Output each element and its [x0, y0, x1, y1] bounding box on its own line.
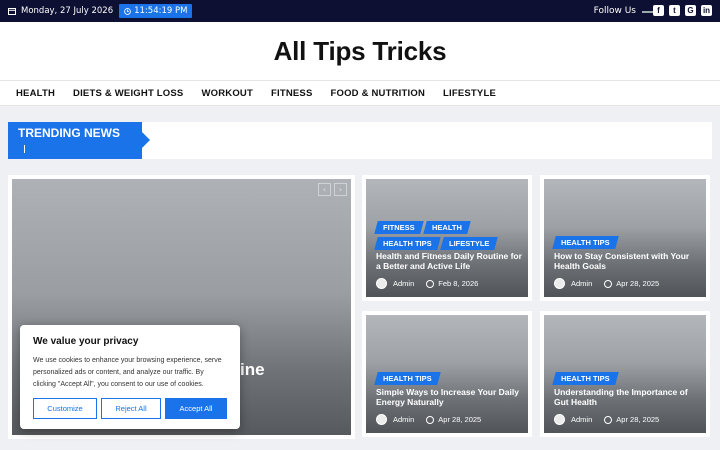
tag-fitness[interactable]: FITNESS: [374, 221, 424, 234]
cookie-text: We use cookies to enhance your browsing …: [33, 357, 222, 388]
post-author[interactable]: Admin: [393, 279, 414, 288]
post-tags: HEALTH TIPS: [374, 372, 516, 385]
tag-lifestyle[interactable]: LIFESTYLE: [439, 237, 498, 250]
avatar: [554, 414, 565, 425]
post-image[interactable]: FITNESS HEALTH HEALTH TIPS LIFESTYLE Hea…: [366, 179, 528, 297]
cookie-consent-dialog: We value your privacy We use cookies to …: [20, 325, 240, 429]
avatar: [376, 278, 387, 289]
nav-item-workout[interactable]: WORKOUT: [201, 88, 253, 99]
post-meta: Admin Apr 28, 2025: [376, 414, 481, 425]
clock-icon: [604, 415, 613, 424]
calendar-icon: [8, 7, 16, 15]
social-links: f t G in: [653, 5, 712, 16]
tag-health[interactable]: HEALTH: [422, 221, 471, 234]
post-title[interactable]: Simple Ways to Increase Your Daily Energ…: [376, 387, 526, 407]
trending-label: TRENDING NEWS: [8, 122, 150, 159]
cookie-actions: Customize Reject All Accept All: [33, 398, 227, 419]
google-plus-icon[interactable]: G: [685, 5, 696, 16]
twitter-icon[interactable]: t: [669, 5, 680, 16]
reject-all-button[interactable]: Reject All: [101, 398, 161, 419]
post-meta: Admin Apr 28, 2025: [554, 278, 659, 289]
post-author[interactable]: Admin: [571, 279, 592, 288]
tag-health-tips[interactable]: HEALTH TIPS: [552, 372, 619, 385]
trending-bar: TRENDING NEWS: [8, 122, 712, 159]
nav-item-lifestyle[interactable]: LIFESTYLE: [443, 88, 496, 99]
clock-icon: [124, 7, 131, 15]
tag-health-tips[interactable]: HEALTH TIPS: [374, 372, 441, 385]
accept-all-button[interactable]: Accept All: [165, 398, 227, 419]
post-date: Apr 28, 2025: [616, 415, 660, 424]
tag-health-tips[interactable]: HEALTH TIPS: [374, 237, 441, 250]
site-header: All Tips Tricks: [0, 22, 720, 80]
post-card[interactable]: HEALTH TIPS Simple Ways to Increase Your…: [362, 311, 532, 437]
follow-us-label: Follow Us: [593, 6, 636, 16]
post-image[interactable]: HEALTH TIPS Understanding the Importance…: [544, 315, 706, 433]
facebook-icon[interactable]: f: [653, 5, 664, 16]
post-card[interactable]: FITNESS HEALTH HEALTH TIPS LIFESTYLE Hea…: [362, 175, 532, 301]
clock-icon: [426, 415, 435, 424]
ticker-cursor: [24, 145, 27, 153]
post-card[interactable]: HEALTH TIPS Understanding the Importance…: [540, 311, 710, 437]
post-card[interactable]: HEALTH TIPS How to Stay Consistent with …: [540, 175, 710, 301]
slider-controls: ‹ ›: [318, 183, 347, 196]
current-date: Monday, 27 July 2026: [21, 6, 114, 16]
post-meta: Admin Feb 8, 2026: [376, 278, 478, 289]
cookie-title: We value your privacy: [33, 336, 139, 347]
clock-icon: [604, 279, 613, 288]
chevron-left-icon[interactable]: ‹: [318, 183, 331, 196]
chevron-right-icon[interactable]: ›: [334, 183, 347, 196]
post-image[interactable]: HEALTH TIPS How to Stay Consistent with …: [544, 179, 706, 297]
customize-button[interactable]: Customize: [33, 398, 97, 419]
tag-health-tips[interactable]: HEALTH TIPS: [552, 236, 619, 249]
avatar: [376, 414, 387, 425]
main-nav: HEALTH DIETS & WEIGHT LOSS WORKOUT FITNE…: [0, 80, 720, 106]
site-title[interactable]: All Tips Tricks: [274, 36, 447, 67]
post-title[interactable]: Understanding the Importance of Gut Heal…: [554, 387, 704, 407]
post-tags: HEALTH TIPS: [552, 372, 694, 385]
top-bar: Monday, 27 July 2026 11:54:19 PM Follow …: [0, 0, 720, 22]
post-date: Apr 28, 2025: [616, 279, 660, 288]
post-author[interactable]: Admin: [393, 415, 414, 424]
nav-item-health[interactable]: HEALTH: [16, 88, 55, 99]
post-tags: FITNESS HEALTH HEALTH TIPS LIFESTYLE: [374, 221, 516, 250]
post-date: Feb 8, 2026: [438, 279, 479, 288]
linkedin-icon[interactable]: in: [701, 5, 712, 16]
avatar: [554, 278, 565, 289]
nav-item-diets-weight-loss[interactable]: DIETS & WEIGHT LOSS: [73, 88, 183, 99]
clock-icon: [426, 279, 435, 288]
post-title[interactable]: Health and Fitness Daily Routine for a B…: [376, 251, 526, 271]
current-time: 11:54:19 PM: [134, 6, 188, 16]
nav-item-fitness[interactable]: FITNESS: [271, 88, 313, 99]
post-title[interactable]: How to Stay Consistent with Your Health …: [554, 251, 704, 271]
nav-item-food-nutrition[interactable]: FOOD & NUTRITION: [331, 88, 426, 99]
post-meta: Admin Apr 28, 2025: [554, 414, 659, 425]
post-date: Apr 28, 2025: [438, 415, 482, 424]
post-image[interactable]: HEALTH TIPS Simple Ways to Increase Your…: [366, 315, 528, 433]
post-author[interactable]: Admin: [571, 415, 592, 424]
post-tags: HEALTH TIPS: [552, 236, 694, 249]
current-time-badge: 11:54:19 PM: [119, 4, 193, 18]
